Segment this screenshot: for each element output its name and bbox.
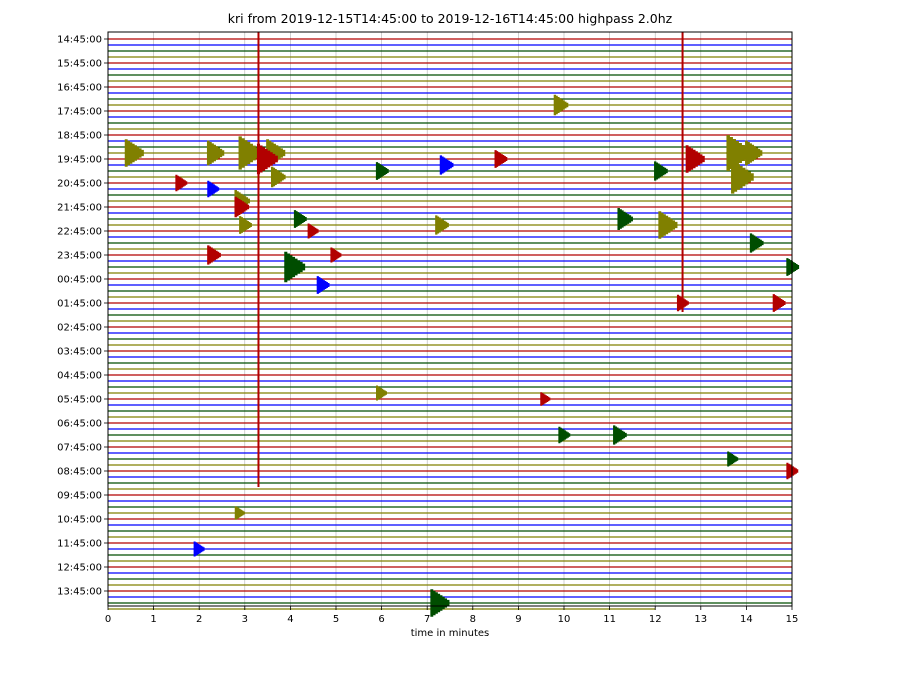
- y-tick-label: 01:45:00: [57, 299, 102, 310]
- event-core: [685, 156, 697, 162]
- y-tick-label: 05:45:00: [57, 395, 102, 406]
- y-tick-label: 10:45:00: [57, 515, 102, 526]
- event-core: [658, 222, 670, 228]
- event-core: [772, 301, 781, 305]
- y-tick-label: 13:45:00: [57, 587, 102, 598]
- y-tick-label: 08:45:00: [57, 467, 102, 478]
- y-tick-label: 09:45:00: [57, 491, 102, 502]
- y-tick-label: 20:45:00: [57, 179, 102, 190]
- event-core: [193, 547, 201, 551]
- x-tick-label: 8: [470, 614, 476, 625]
- x-tick-label: 9: [515, 614, 521, 625]
- y-tick-label: 15:45:00: [57, 59, 102, 70]
- event-core: [744, 150, 756, 156]
- y-tick-label: 04:45:00: [57, 371, 102, 382]
- y-tick-label: 22:45:00: [57, 227, 102, 238]
- y-tick-label: 23:45:00: [57, 251, 102, 262]
- event-core: [316, 283, 325, 287]
- event-core: [375, 169, 384, 173]
- y-tick-label: 21:45:00: [57, 203, 102, 214]
- event-core: [617, 217, 627, 221]
- event-core: [553, 103, 563, 107]
- y-axis: 14:45:00 15:45:00 16:45:00 17:45:00 18:45:00…: [57, 35, 108, 598]
- x-tick-label: 7: [424, 614, 430, 625]
- y-tick-label: 17:45:00: [57, 107, 102, 118]
- x-tick-label: 15: [786, 614, 799, 625]
- event-core: [307, 229, 315, 233]
- event-core: [175, 181, 183, 185]
- event-core: [654, 169, 663, 173]
- y-tick-label: 14:45:00: [57, 35, 102, 46]
- x-tick-label: 14: [740, 614, 753, 625]
- y-tick-label: 03:45:00: [57, 347, 102, 358]
- event-core: [494, 157, 502, 161]
- y-tick-label: 00:45:00: [57, 275, 102, 286]
- event-core: [293, 217, 302, 221]
- plot-area-frame: [107, 31, 793, 607]
- event-core: [256, 156, 270, 162]
- y-tick-label: 18:45:00: [57, 131, 102, 142]
- event-core: [376, 391, 383, 395]
- event-core: [730, 174, 745, 180]
- x-tick-label: 0: [105, 614, 111, 625]
- x-axis-label: time in minutes: [411, 628, 490, 639]
- event-core: [430, 600, 442, 606]
- chart-title: kri from 2019-12-15T14:45:00 to 2019-12-…: [228, 11, 673, 26]
- event-core: [239, 223, 247, 227]
- event-core: [234, 205, 243, 209]
- event-core: [270, 175, 280, 179]
- event-core: [206, 150, 218, 156]
- event-core: [284, 264, 297, 270]
- event-group: [124, 32, 800, 617]
- x-tick-label: 5: [333, 614, 339, 625]
- event-core: [207, 253, 216, 257]
- y-tick-label: 11:45:00: [57, 539, 102, 550]
- y-tick-label: 12:45:00: [57, 563, 102, 574]
- event-core: [558, 433, 566, 437]
- y-tick-label: 19:45:00: [57, 155, 102, 166]
- x-tick-label: 1: [150, 614, 156, 625]
- y-tick-label: 02:45:00: [57, 323, 102, 334]
- trace-group: [108, 38, 792, 610]
- event-core: [234, 511, 241, 515]
- x-tick-label: 2: [196, 614, 202, 625]
- x-tick-label: 12: [649, 614, 662, 625]
- event-core: [207, 187, 215, 191]
- x-tick-label: 3: [242, 614, 248, 625]
- y-tick-label: 06:45:00: [57, 419, 102, 430]
- event-core: [439, 163, 448, 167]
- seismogram-chart: kri from 2019-12-15T14:45:00 to 2019-12-…: [57, 11, 800, 639]
- vertical-gridlines: [153, 32, 747, 606]
- x-tick-label: 4: [287, 614, 293, 625]
- event-core: [727, 457, 734, 461]
- event-core: [749, 241, 758, 245]
- event-core: [726, 149, 741, 157]
- y-tick-label: 16:45:00: [57, 83, 102, 94]
- event-core: [124, 150, 136, 156]
- x-tick-label: 6: [378, 614, 384, 625]
- event-core: [677, 301, 684, 305]
- event-core: [238, 150, 252, 156]
- event-core: [330, 253, 337, 257]
- event-core: [786, 265, 794, 269]
- event-core: [435, 223, 444, 227]
- x-tick-label: 13: [694, 614, 707, 625]
- x-tick-label: 11: [603, 614, 616, 625]
- x-tick-label: 10: [558, 614, 571, 625]
- event-core: [540, 397, 547, 401]
- event-core: [613, 433, 621, 437]
- y-tick-label: 07:45:00: [57, 443, 102, 454]
